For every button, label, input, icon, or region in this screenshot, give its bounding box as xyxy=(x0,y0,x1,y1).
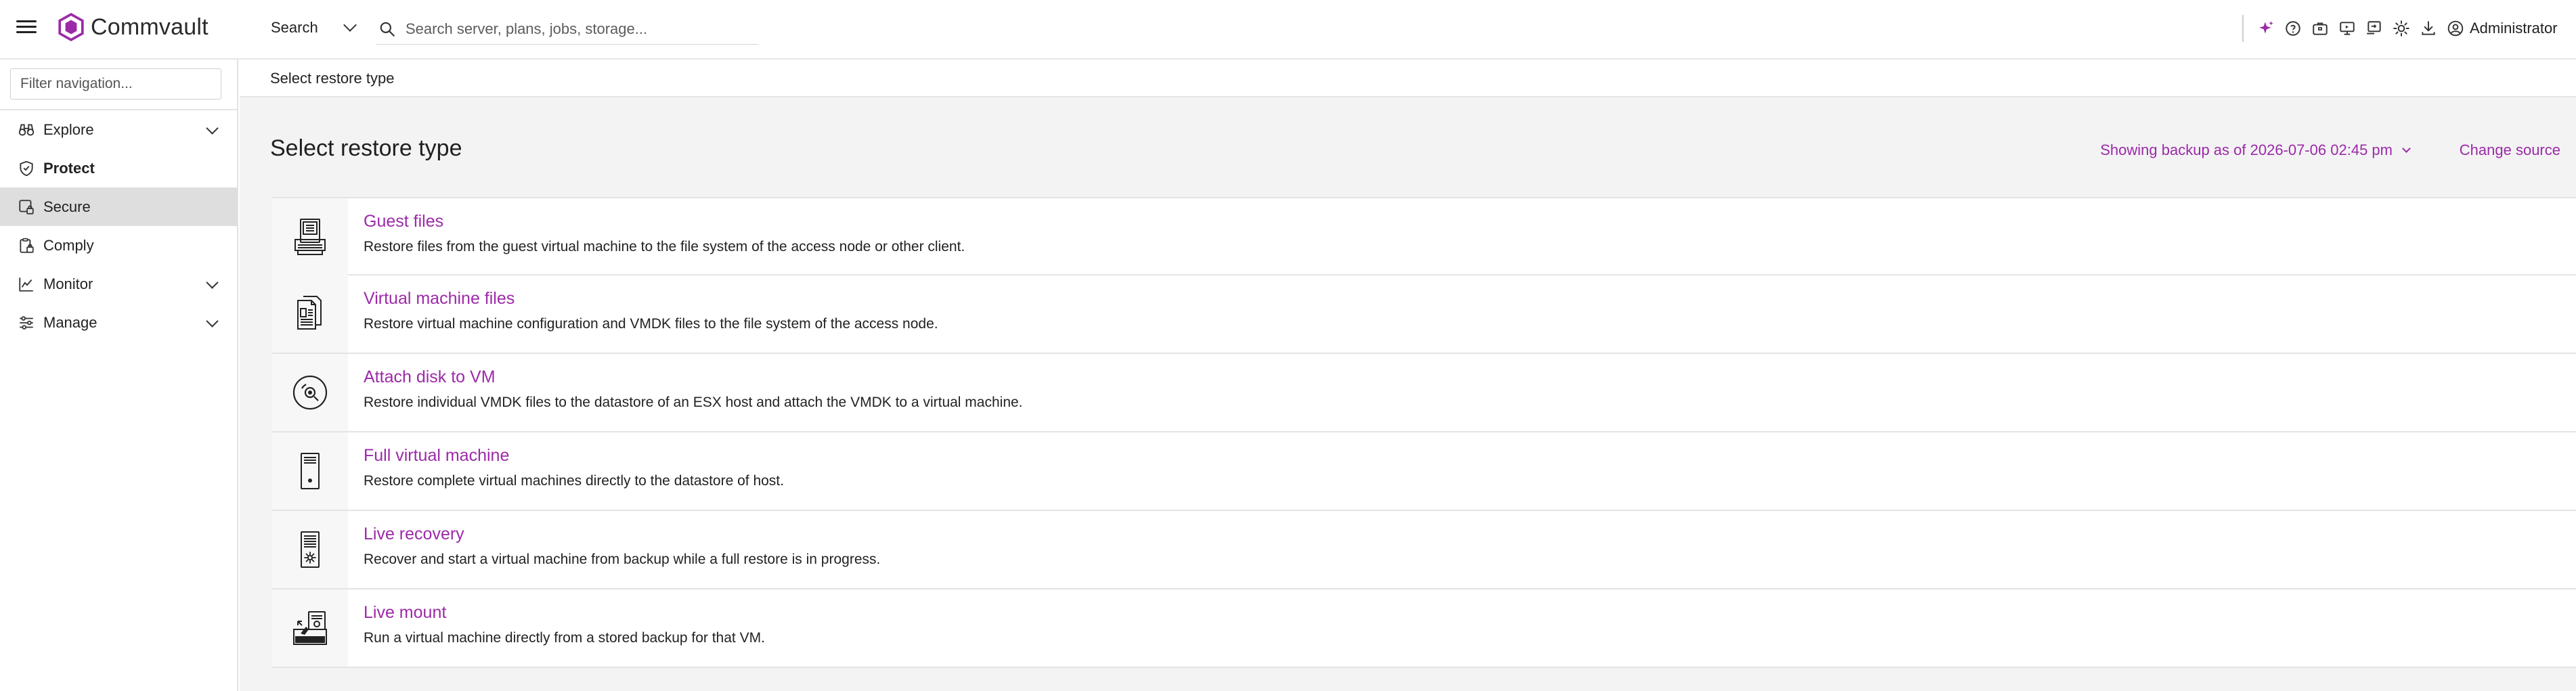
option-title[interactable]: Live recovery xyxy=(364,525,880,544)
clipboard-lock-icon xyxy=(20,238,34,253)
user-icon xyxy=(2447,20,2464,37)
search-scope-dropdown[interactable]: Search xyxy=(271,16,357,39)
change-source-link[interactable]: Change source xyxy=(2460,141,2560,159)
sidebar-item-comply[interactable]: Comply xyxy=(0,226,237,265)
chevron-down-icon xyxy=(206,315,219,328)
server-icon xyxy=(301,453,320,489)
option-title[interactable]: Attach disk to VM xyxy=(364,367,1023,387)
line-chart-icon xyxy=(19,277,33,292)
option-title[interactable]: Guest files xyxy=(364,212,965,231)
restore-option-full-vm[interactable]: Full virtual machine Restore complete vi… xyxy=(272,432,2576,511)
briefcase-icon[interactable] xyxy=(2310,18,2330,39)
breadcrumb-bar: Select restore type xyxy=(240,60,2576,97)
download-icon[interactable] xyxy=(2418,18,2439,39)
option-description: Recover and start a virtual machine from… xyxy=(364,552,881,567)
option-description: Restore complete virtual machines direct… xyxy=(364,473,784,489)
sidebar-item-label: Protect xyxy=(43,159,95,177)
filter-navigation-input[interactable] xyxy=(10,68,221,99)
screen-mirror-icon[interactable] xyxy=(2364,18,2384,39)
option-description: Restore virtual machine configuration an… xyxy=(364,316,938,332)
restore-option-live-mount[interactable]: Live mount Run a virtual machine directl… xyxy=(272,589,2576,668)
search-icon xyxy=(380,22,395,37)
main-content: Select restore type Select restore type … xyxy=(240,60,2576,691)
sidebar-item-label: Explore xyxy=(43,120,94,138)
help-icon[interactable] xyxy=(2283,18,2303,39)
page-title: Select restore type xyxy=(270,135,462,161)
option-description: Restore individual VMDK files to the dat… xyxy=(364,395,1023,410)
card-icon-wrapper xyxy=(272,275,348,353)
sidebar-item-explore[interactable]: Explore xyxy=(0,110,237,149)
chevron-down-icon xyxy=(343,18,357,32)
header-actions: Administrator xyxy=(2256,16,2558,41)
sliders-icon xyxy=(20,315,33,330)
shield-check-icon xyxy=(20,160,33,176)
brand-logo[interactable]: Commvault xyxy=(57,12,209,42)
user-menu[interactable]: Administrator xyxy=(2447,20,2558,37)
card-body: Virtual machine files Restore virtual ma… xyxy=(348,275,938,353)
commvault-logo-icon xyxy=(58,13,84,41)
guest-files-icon xyxy=(294,219,326,255)
backup-info-label: Showing backup as of 2026-07-06 02:45 pm xyxy=(2100,141,2393,158)
sidebar-item-manage[interactable]: Manage xyxy=(0,303,237,342)
card-body: Live recovery Recover and start a virtua… xyxy=(348,511,880,588)
card-icon-wrapper xyxy=(272,589,348,667)
card-body: Guest files Restore files from the guest… xyxy=(348,198,965,274)
card-icon-wrapper xyxy=(272,354,348,431)
restore-option-vm-files[interactable]: Virtual machine files Restore virtual ma… xyxy=(272,275,2576,354)
global-search xyxy=(376,14,758,45)
card-body: Full virtual machine Restore complete vi… xyxy=(348,432,784,510)
sidebar-item-protect[interactable]: Protect xyxy=(0,149,237,187)
restore-option-attach-disk[interactable]: Attach disk to VM Restore individual VMD… xyxy=(272,354,2576,432)
menu-icon[interactable] xyxy=(16,17,37,37)
card-icon-wrapper xyxy=(272,198,348,275)
restore-option-guest-files[interactable]: Guest files Restore files from the guest… xyxy=(272,197,2576,275)
live-recovery-icon xyxy=(301,531,320,568)
sparkle-icon[interactable] xyxy=(2256,18,2276,39)
monitor-icon[interactable] xyxy=(2337,18,2357,39)
sun-icon[interactable] xyxy=(2391,18,2411,39)
card-body: Live mount Run a virtual machine directl… xyxy=(348,589,765,667)
card-body: Attach disk to VM Restore individual VMD… xyxy=(348,354,1023,431)
sidebar: Explore Protect Secure Comply Monitor Ma… xyxy=(0,60,238,691)
user-name: Administrator xyxy=(2470,20,2558,37)
search-input[interactable] xyxy=(406,20,744,38)
brand-name: Commvault xyxy=(91,14,209,40)
sidebar-item-monitor[interactable]: Monitor xyxy=(0,265,237,303)
chevron-down-icon xyxy=(206,122,219,135)
live-mount-icon xyxy=(293,611,327,645)
chevron-down-icon xyxy=(206,276,219,289)
chevron-down-icon xyxy=(2402,143,2411,153)
vm-files-icon xyxy=(297,296,322,330)
card-icon-wrapper xyxy=(272,511,348,588)
restore-type-list: Guest files Restore files from the guest… xyxy=(272,197,2576,668)
header-divider xyxy=(2242,15,2244,42)
nav-list: Explore Protect Secure Comply Monitor Ma… xyxy=(0,109,237,342)
option-description: Run a virtual machine directly from a st… xyxy=(364,630,765,646)
breadcrumb: Select restore type xyxy=(270,70,395,87)
disk-icon xyxy=(292,375,328,410)
restore-option-live-recovery[interactable]: Live recovery Recover and start a virtua… xyxy=(272,511,2576,589)
lock-screen-icon xyxy=(19,199,34,215)
search-scope-label: Search xyxy=(271,19,318,36)
sidebar-item-label: Comply xyxy=(43,236,94,254)
backup-time-selector[interactable]: Showing backup as of 2026-07-06 02:45 pm xyxy=(2100,141,2411,159)
option-title[interactable]: Virtual machine files xyxy=(364,289,938,309)
sidebar-item-label: Secure xyxy=(43,198,91,215)
option-description: Restore files from the guest virtual mac… xyxy=(364,239,965,254)
sidebar-item-secure[interactable]: Secure xyxy=(0,187,237,226)
binoculars-icon xyxy=(18,123,35,136)
card-icon-wrapper xyxy=(272,432,348,510)
sidebar-item-label: Monitor xyxy=(43,275,93,292)
top-header: Commvault Search Search server, plans, j… xyxy=(0,0,2576,60)
option-title[interactable]: Full virtual machine xyxy=(364,446,784,466)
option-title[interactable]: Live mount xyxy=(364,603,765,623)
sidebar-item-label: Manage xyxy=(43,313,97,331)
